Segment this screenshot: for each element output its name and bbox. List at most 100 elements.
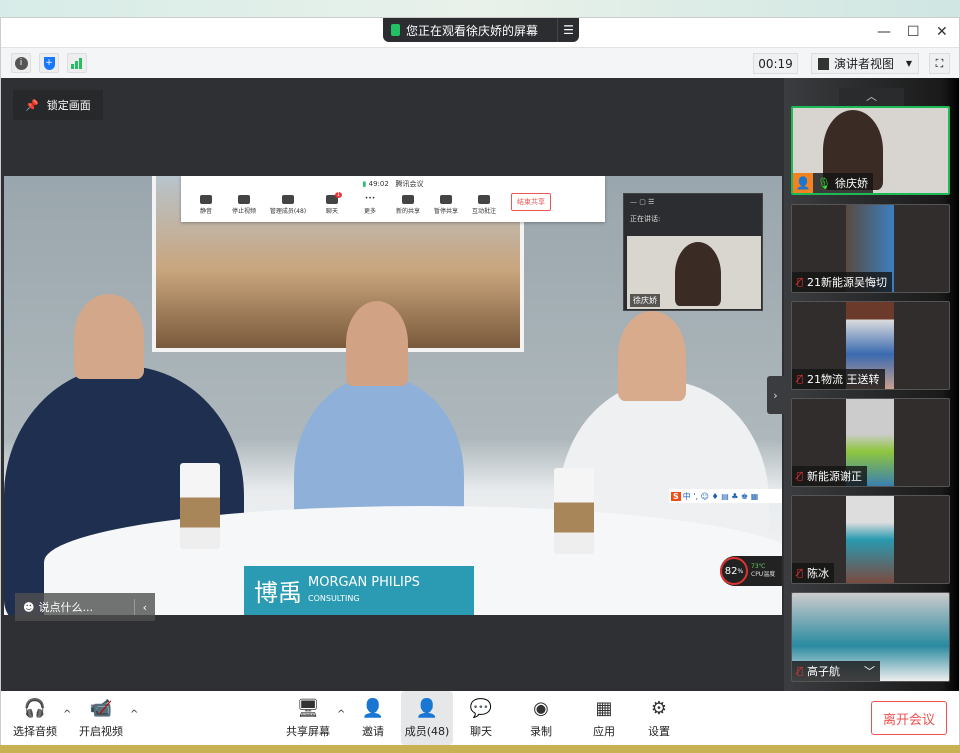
shared-video: 博禹 MORGAN PHILIPS CONSULTING ▮ 49:02 腾讯会议… xyxy=(4,176,782,615)
mic-muted-icon: 🎙̸ xyxy=(797,276,804,288)
speaker-icon xyxy=(391,24,400,36)
annotate-item: 互动批注 xyxy=(465,195,503,215)
bottom-toolbar: 🎧 选择音频 ^ 📹̸ 开启视频 ^ 🖥 共享屏幕 ^ 👤 邀请 👤 成员(48) 💬 聊天… xyxy=(1,691,959,745)
chat-button[interactable]: 💬 聊天 xyxy=(461,691,501,745)
meeting-window: 您正在观看徐庆娇的屏幕 ☰ — ☐ ✕ i + 00:19 演讲者视图 ▼ ⛶ … xyxy=(0,17,960,745)
desktop-background xyxy=(0,0,960,17)
maximize-button[interactable]: ☐ xyxy=(907,24,920,40)
audio-button[interactable]: 🎧 选择音频 xyxy=(11,691,59,745)
video-options-caret[interactable]: ^ xyxy=(130,709,138,720)
shared-screen-area: 📌 锁定画面 博禹 MORGAN PHILIPS CONSULTING ▮ 49:… xyxy=(1,78,784,691)
share-screen-icon: 🖥 xyxy=(296,697,320,719)
coffee-cup xyxy=(180,463,220,549)
audio-options-caret[interactable]: ^ xyxy=(63,709,71,720)
collapse-chat-icon[interactable]: ‹ xyxy=(133,599,155,615)
collapse-sidebar-button[interactable]: › xyxy=(767,376,784,414)
person-center-head xyxy=(346,301,408,386)
chevron-down-icon: ▼ xyxy=(905,59,912,68)
lock-view-label: 锁定画面 xyxy=(46,99,91,112)
screen-share-banner: 您正在观看徐庆娇的屏幕 ☰ xyxy=(383,18,579,42)
scroll-down-icon[interactable]: ﹀ xyxy=(864,663,875,679)
mic-muted-icon: 🎙̸ xyxy=(797,567,804,579)
signal-icon[interactable] xyxy=(67,53,87,73)
lock-view-button[interactable]: 📌 锁定画面 xyxy=(13,90,103,120)
apps-button[interactable]: ▦ 应用 xyxy=(584,691,624,745)
mic-muted-icon: 🎙̸ xyxy=(797,470,804,482)
participant-name: 徐庆娇 xyxy=(834,177,868,190)
share-screen-button[interactable]: 🖥 共享屏幕 xyxy=(283,691,333,745)
members-label: 成员(48) xyxy=(404,724,450,738)
settings-label: 设置 xyxy=(648,724,670,738)
settings-button[interactable]: ⚙ 设置 xyxy=(639,691,679,745)
participant-tile[interactable]: 🎙̸ 高子航 ﹀ xyxy=(791,592,950,682)
title-bar: 您正在观看徐庆娇的屏幕 ☰ — ☐ ✕ xyxy=(1,18,959,47)
participant-name: 陈冰 xyxy=(807,567,830,580)
view-mode-dropdown[interactable]: 演讲者视图 ▼ xyxy=(811,53,919,74)
mic-on-icon: 🎙 xyxy=(817,176,831,190)
record-button[interactable]: ◉ 录制 xyxy=(521,691,561,745)
members-button[interactable]: 👤 成员(48) xyxy=(401,691,453,745)
leave-meeting-button[interactable]: 离开会议 xyxy=(871,701,947,735)
chat-icon: 💬 xyxy=(469,697,493,719)
mic-muted-icon: 🎙̸ xyxy=(797,665,804,677)
mic-muted-icon: 🎙̸ xyxy=(797,373,804,385)
user-icon: 👤 xyxy=(415,697,439,719)
video-off-icon: 📹̸ xyxy=(89,697,113,719)
minimize-button[interactable]: — xyxy=(877,24,891,40)
share-options-caret[interactable]: ^ xyxy=(337,709,345,720)
ime-toolbar: S中 ', ☺ ♦ ▤ ♣ ♚ ▦ xyxy=(669,489,782,503)
apps-label: 应用 xyxy=(593,724,615,738)
desktop-background-bottom xyxy=(0,745,960,753)
participant-name: 新能源谢正 xyxy=(807,470,863,483)
person-left-head xyxy=(74,294,144,379)
close-button[interactable]: ✕ xyxy=(936,24,948,40)
end-share-item: 结束共享 xyxy=(511,193,551,211)
participant-panel: ︿ 👤 🎙 徐庆娇 🎙̸ 21新能源吴悔切 🎙̸ 21物流 王送转 🎙̸ 新能源谢正 🎙̸… xyxy=(784,78,959,691)
pause-share-item: 暂停共享 xyxy=(427,195,465,215)
banner-text: 您正在观看徐庆娇的屏幕 xyxy=(406,23,539,38)
meeting-time: 49:02 xyxy=(368,180,389,188)
participant-tile[interactable]: 🎙̸ 新能源谢正 xyxy=(791,398,950,487)
video-label: 开启视频 xyxy=(79,724,123,738)
add-user-icon: 👤 xyxy=(361,697,385,719)
presenter-mini-window: — ▢ ☰ 正在讲话: 徐庆娇 xyxy=(623,193,763,311)
chat-input-box[interactable]: ☻ 说点什么... ‹ xyxy=(15,593,155,621)
person-right-head xyxy=(618,311,686,401)
participant-name: 21新能源吴悔切 xyxy=(807,276,888,289)
chat-item: 1 聊天 xyxy=(325,192,343,215)
list-icon[interactable]: ☰ xyxy=(557,18,579,42)
speaking-label: 正在讲话: xyxy=(630,215,661,223)
participant-name: 高子航 xyxy=(807,665,841,678)
sign-cn: 博禹 xyxy=(254,579,302,607)
video-button[interactable]: 📹̸ 开启视频 xyxy=(77,691,125,745)
sign-en: MORGAN PHILIPS xyxy=(308,575,420,591)
headset-icon: 🎧 xyxy=(23,697,47,719)
fullscreen-icon[interactable]: ⛶ xyxy=(929,53,950,74)
info-icon[interactable]: i xyxy=(11,53,31,73)
mini-camera: 徐庆娇 xyxy=(627,236,761,309)
shield-icon[interactable]: + xyxy=(39,53,59,73)
record-label: 录制 xyxy=(530,724,552,738)
more-item: ••• 更多 xyxy=(363,195,376,215)
apps-icon: ▦ xyxy=(595,697,613,719)
participant-tile[interactable]: 🎙̸ 陈冰 xyxy=(791,495,950,584)
presenter-meeting-bar: ▮ 49:02 腾讯会议 静音 停止视频 管理成员(48) 1 聊天 ••• 更多 … xyxy=(181,176,605,222)
meeting-timer: 00:19 xyxy=(753,53,798,74)
gear-icon: ⚙ xyxy=(650,697,668,719)
top-toolbar: i + 00:19 演讲者视图 ▼ ⛶ xyxy=(1,47,959,78)
participant-tile[interactable]: 🎙̸ 21新能源吴悔切 xyxy=(791,204,950,293)
company-sign: 博禹 MORGAN PHILIPS CONSULTING xyxy=(244,566,474,615)
scroll-up-icon[interactable]: ︿ xyxy=(839,88,904,106)
invite-label: 邀请 xyxy=(362,724,384,738)
invite-button[interactable]: 👤 邀请 xyxy=(353,691,393,745)
user-icon: 👤 xyxy=(793,173,813,193)
emoji-icon: ☻ xyxy=(23,600,35,614)
stop-video-item: 停止视频 xyxy=(225,195,263,215)
manage-members-item: 管理成员(48) xyxy=(263,195,313,215)
participant-tile[interactable]: 🎙̸ 21物流 王送转 xyxy=(791,301,950,390)
chat-label: 聊天 xyxy=(470,724,492,738)
share-label: 共享屏幕 xyxy=(286,724,330,738)
participant-tile[interactable]: 👤 🎙 徐庆娇 xyxy=(791,106,950,195)
mute-item: 静音 xyxy=(187,195,225,215)
signal-icon: ▮ xyxy=(362,180,367,188)
